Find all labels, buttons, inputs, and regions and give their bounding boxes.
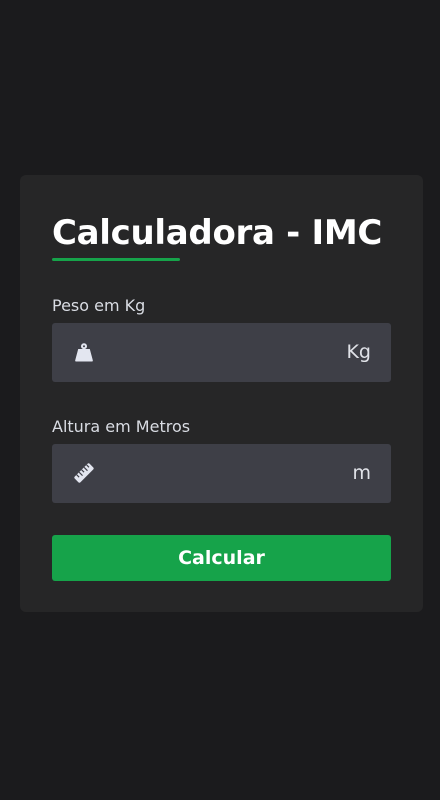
height-unit: m (352, 462, 371, 484)
title-underline (52, 258, 180, 261)
height-input[interactable] (108, 444, 328, 503)
height-label: Altura em Metros (52, 417, 191, 436)
weight-field[interactable]: Kg (52, 323, 391, 382)
bmi-calculator-card: Calculadora - IMC Peso em Kg Kg Altura e… (20, 175, 423, 612)
weight-input[interactable] (108, 323, 328, 382)
height-field[interactable]: m (52, 444, 391, 503)
weight-icon (75, 343, 93, 362)
page-title: Calculadora - IMC (52, 213, 383, 253)
weight-label: Peso em Kg (52, 296, 146, 315)
ruler-icon (74, 463, 94, 483)
weight-unit: Kg (346, 341, 371, 363)
calculate-button[interactable]: Calcular (52, 535, 391, 581)
